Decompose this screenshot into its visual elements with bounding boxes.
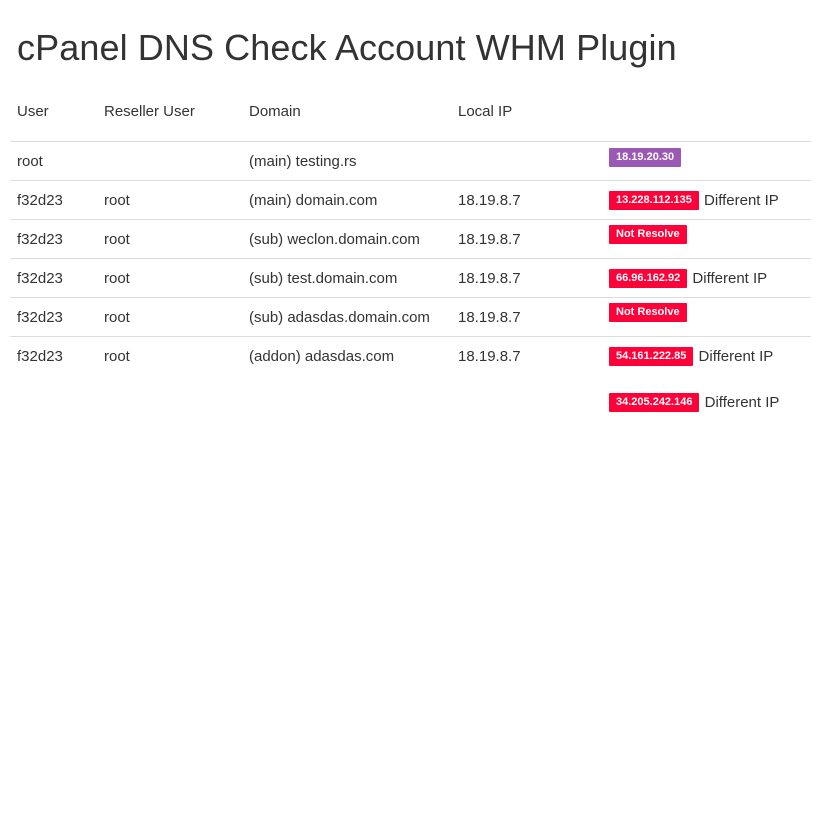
cell-reseller-user: root	[104, 348, 130, 365]
resolved-ip-badge: 18.19.20.30	[609, 147, 682, 167]
cell-reseller-user: root	[97, 297, 242, 337]
cell-user: f32d23	[17, 348, 63, 365]
table-header-row: User Reseller User Domain Local IP	[10, 102, 811, 142]
table-row: f32d23 root (sub) test.domain.com 18.19.8.7…	[10, 258, 811, 298]
cell-user: f32d23	[10, 219, 97, 259]
cell-domain: (main) testing.rs	[242, 141, 451, 181]
dns-status-entry: Not Resolve	[609, 224, 804, 250]
cell-user: f32d23	[10, 297, 97, 337]
cell-dns-status: Not Resolve	[602, 219, 811, 259]
cell-user: root	[10, 141, 97, 181]
dns-status-entry: 66.96.162.92 Different IP	[609, 268, 804, 289]
page: cPanel DNS Check Account WHM Plugin User…	[0, 0, 840, 840]
table-header: User Reseller User Domain Local IP	[10, 102, 811, 142]
cell-local-ip: 18.19.8.7	[451, 219, 602, 259]
cell-reseller-user: root	[97, 180, 242, 220]
status-badge: 34.205.242.146	[609, 392, 700, 412]
dns-status-entry: 18.19.20.30	[609, 147, 804, 172]
cell-dns-status: 66.96.162.92 Different IP	[602, 258, 811, 298]
page-title: cPanel DNS Check Account WHM Plugin	[17, 27, 677, 68]
status-note: Different IP	[704, 192, 779, 210]
column-header-local-ip: Local IP	[451, 102, 602, 142]
table-row: f32d23 root (sub) adasdas.domain.com 18.19.…	[10, 297, 811, 337]
cell-reseller-user: root	[97, 258, 242, 298]
cell-user: f32d23	[10, 258, 97, 298]
cell-local-ip: 18.19.8.7	[451, 297, 602, 337]
table-row: f32d23 root (main) domain.com 18.19.8.7 13.2…	[10, 180, 811, 220]
status-badge: Not Resolve	[609, 224, 687, 244]
cell-dns-status: Not Resolve	[602, 297, 811, 337]
cell-local-ip: 18.19.8.7	[451, 180, 602, 220]
cell-domain: (sub) test.domain.com	[242, 258, 451, 298]
cell-local-ip: 18.19.8.7	[451, 258, 602, 298]
status-badge: 54.161.222.85	[609, 346, 694, 366]
status-badge: Not Resolve	[609, 302, 687, 322]
table-row: f32d23 root (addon) adasdas.com 18.19.8.7 54…	[10, 337, 811, 414]
column-header-user: User	[10, 102, 97, 142]
dns-status-entry: Not Resolve	[609, 302, 804, 328]
cell-domain: (main) domain.com	[242, 180, 451, 220]
cell-local-ip: 18.19.8.7	[458, 348, 521, 365]
cell-reseller-user: root	[97, 219, 242, 259]
column-header-status	[602, 102, 811, 142]
cell-domain: (sub) weclon.domain.com	[242, 219, 451, 259]
cell-dns-status: 54.161.222.85 Different IP 34.205.242.146…	[602, 337, 811, 414]
cell-dns-status: 18.19.20.30	[602, 141, 811, 181]
column-header-reseller: Reseller User	[97, 102, 242, 142]
cell-dns-status: 13.228.112.135 Different IP	[602, 180, 811, 220]
dns-status-entry: 13.228.112.135 Different IP	[609, 190, 804, 211]
dns-status-entry: 54.161.222.85 Different IP	[609, 346, 804, 367]
cell-reseller-user	[97, 141, 242, 181]
table-row: root (main) testing.rs 18.19.20.30	[10, 141, 811, 181]
status-note: Different IP	[692, 270, 768, 288]
table-row: f32d23 root (sub) weclon.domain.com 18.19.8…	[10, 219, 811, 259]
column-header-domain: Domain	[242, 102, 451, 142]
status-note: Different IP	[704, 394, 780, 412]
cell-domain: (sub) adasdas.domain.com	[242, 297, 451, 337]
status-note: Different IP	[698, 348, 774, 366]
status-badge: 66.96.162.92	[609, 268, 688, 288]
table-body: root (main) testing.rs 18.19.20.30 f32d23 ro…	[10, 141, 811, 414]
dns-status-entry: 34.205.242.146 Different IP	[609, 392, 804, 413]
cell-user: f32d23	[10, 180, 97, 220]
cell-local-ip	[451, 141, 602, 181]
status-badge: 13.228.112.135	[609, 190, 699, 210]
cell-domain: (addon) adasdas.com	[249, 348, 395, 365]
dns-check-table: User Reseller User Domain Local IP root(…	[10, 102, 811, 413]
